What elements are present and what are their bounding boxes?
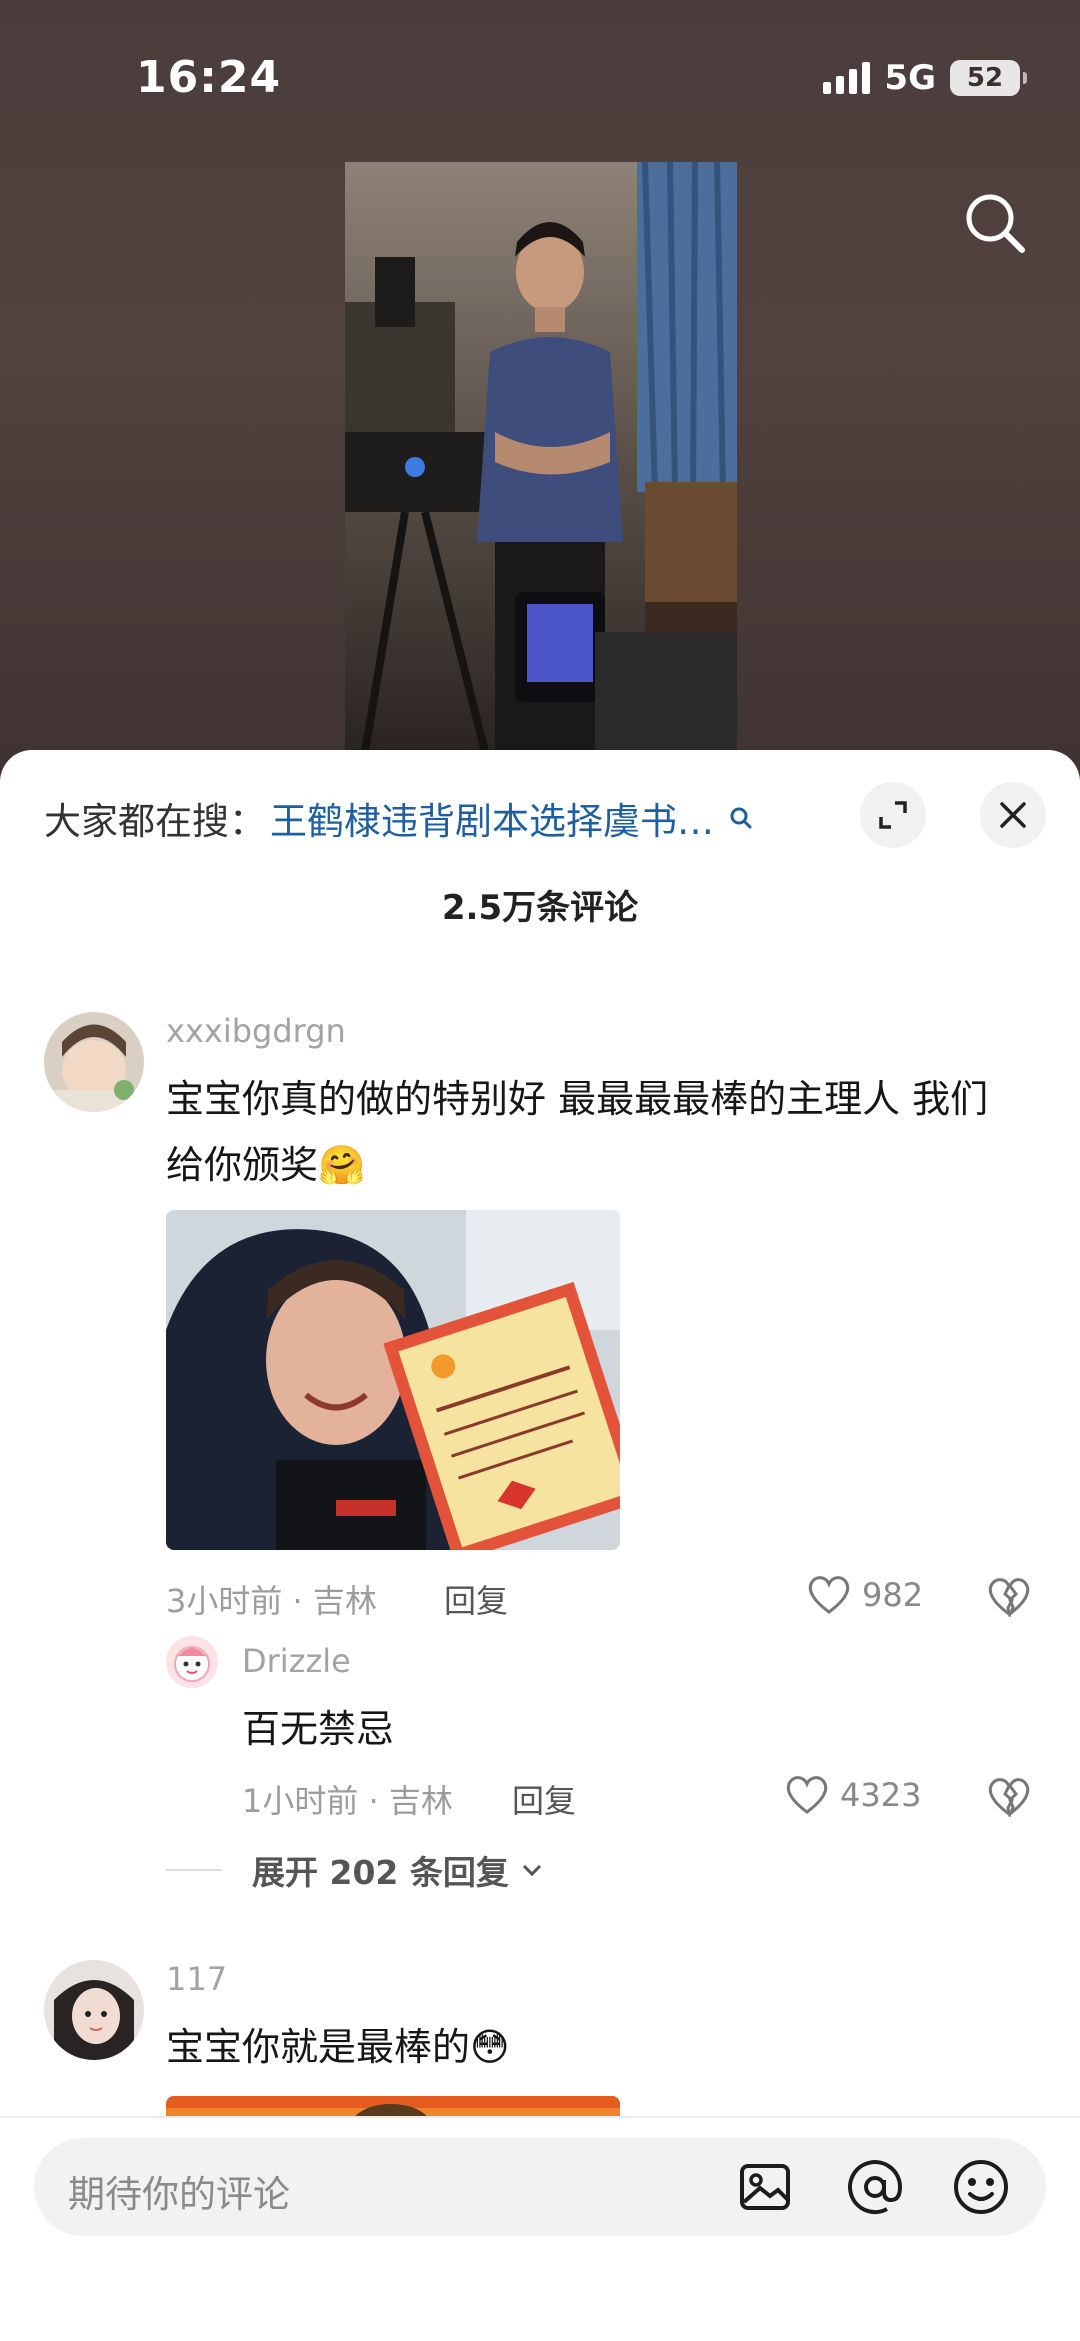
status-bar: 16:24 5G 52 bbox=[0, 0, 1080, 160]
hot-search-link[interactable]: 王鹤棣违背剧本选择虞书… bbox=[270, 791, 714, 845]
hot-search-row[interactable]: 大家都在搜： 王鹤棣违背剧本选择虞书… bbox=[44, 790, 804, 846]
reply-dislike-button[interactable] bbox=[986, 1776, 1032, 1822]
signal-icon bbox=[823, 62, 871, 94]
broken-heart-icon bbox=[988, 1578, 1030, 1618]
reply-like-button[interactable]: 4323 bbox=[784, 1774, 921, 1816]
battery-level: 52 bbox=[966, 63, 1004, 93]
avatar[interactable] bbox=[44, 1012, 144, 1112]
heart-icon bbox=[786, 1776, 828, 1814]
comment-image[interactable] bbox=[166, 1210, 620, 1550]
hot-search-prefix: 大家都在搜： bbox=[44, 800, 266, 843]
image-icon[interactable] bbox=[732, 2154, 798, 2220]
video-scene-image bbox=[345, 162, 737, 752]
comment-input[interactable]: 期待你的评论 bbox=[34, 2138, 1046, 2236]
reply-button[interactable]: 回复 bbox=[444, 1576, 508, 1622]
broken-heart-icon bbox=[988, 1778, 1030, 1818]
expand-replies-label: 展开 202 条回复 bbox=[252, 1853, 509, 1892]
close-icon bbox=[1000, 802, 1026, 828]
expand-divider bbox=[166, 1869, 222, 1871]
comment-username[interactable]: xxxibgdrgn bbox=[166, 1012, 346, 1050]
search-icon bbox=[730, 807, 752, 829]
reply-text: 百无禁忌 bbox=[242, 1707, 395, 1751]
comment-username[interactable]: 117 bbox=[166, 1960, 227, 1998]
avatar[interactable] bbox=[44, 1960, 144, 2060]
network-label: 5G bbox=[884, 58, 936, 98]
avatar-image bbox=[44, 1012, 144, 1112]
search-button[interactable] bbox=[956, 184, 1036, 264]
emoji-icon[interactable] bbox=[948, 2154, 1014, 2220]
comment-input-bar: 期待你的评论 bbox=[0, 2116, 1080, 2341]
search-icon bbox=[966, 194, 1025, 253]
reply-username[interactable]: Drizzle bbox=[242, 1642, 351, 1680]
at-icon[interactable] bbox=[842, 2154, 908, 2220]
like-count: 982 bbox=[862, 1576, 924, 1614]
reply-like-count: 4323 bbox=[840, 1776, 922, 1814]
dislike-button[interactable] bbox=[986, 1576, 1032, 1622]
chevron-down-icon bbox=[522, 1864, 541, 1877]
comment-text-line2: 给你颁奖🤗 bbox=[166, 1143, 366, 1187]
expand-replies-button[interactable]: 展开 202 条回复 bbox=[166, 1846, 545, 1894]
reply-avatar-image bbox=[166, 1636, 218, 1688]
expand-icon bbox=[879, 801, 907, 829]
video-thumbnail[interactable] bbox=[345, 162, 737, 752]
comment-text: 宝宝你就是最棒的😳 bbox=[166, 2025, 510, 2069]
comment-count: 2.5万条评论 bbox=[441, 888, 639, 928]
comment-text-line1: 宝宝你真的做的特别好 最最最最棒的主理人 我们 bbox=[166, 1077, 989, 1121]
avatar-image bbox=[44, 1960, 144, 2060]
award-meme-image bbox=[166, 1210, 620, 1550]
comment-meta: 3小时前 · 吉林 bbox=[166, 1582, 377, 1620]
battery-icon: 52 bbox=[950, 60, 1027, 96]
close-button[interactable] bbox=[980, 782, 1046, 848]
comment-input-placeholder: 期待你的评论 bbox=[68, 2173, 290, 2216]
comment-sheet: 大家都在搜： 王鹤棣违背剧本选择虞书… 2.5万条评论 xxxibgdrgn 宝… bbox=[0, 750, 1080, 2341]
expand-button[interactable] bbox=[860, 782, 926, 848]
reply-reply-button[interactable]: 回复 bbox=[512, 1776, 576, 1822]
status-indicators: 5G 52 bbox=[823, 58, 1027, 98]
reply-avatar[interactable] bbox=[166, 1636, 218, 1688]
reply-meta: 1小时前 · 吉林 bbox=[242, 1782, 453, 1820]
like-button[interactable]: 982 bbox=[806, 1574, 923, 1616]
heart-icon bbox=[808, 1576, 850, 1614]
status-time: 16:24 bbox=[136, 52, 282, 103]
